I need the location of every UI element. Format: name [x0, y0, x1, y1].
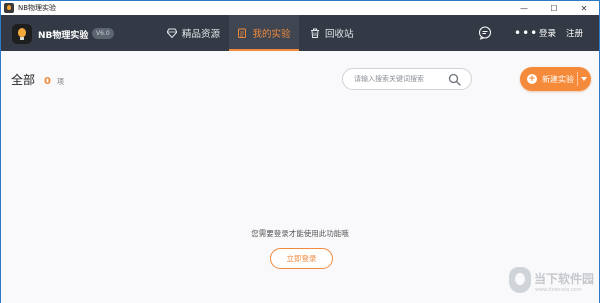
diamond-icon: [167, 28, 177, 38]
logo-icon: [12, 24, 32, 44]
brand-name: NB物理实验: [38, 31, 89, 41]
search-box[interactable]: 请输入搜索关键词搜索: [342, 68, 472, 90]
chat-button[interactable]: [478, 15, 492, 51]
tab-resources-label: 精品资源: [182, 29, 221, 40]
watermark-url: www.downxia.com: [535, 287, 582, 293]
item-count-unit: 项: [56, 78, 64, 86]
tab-my-experiments-label: 我的实验: [252, 29, 291, 40]
version-badge: V6.0: [92, 28, 114, 39]
new-experiment-label: 新建实验: [542, 74, 574, 84]
app-icon: [4, 3, 14, 13]
caret-down-icon[interactable]: [581, 77, 587, 81]
new-experiment-button[interactable]: + 新建实验: [520, 67, 591, 91]
plus-icon: +: [527, 74, 537, 84]
watermark-text: 当下软件园: [534, 272, 595, 286]
trash-icon: [311, 28, 319, 38]
window-title: NB物理实验: [18, 4, 57, 12]
login-now-button[interactable]: 立即登录: [270, 248, 333, 269]
register-link[interactable]: 注册: [566, 15, 583, 51]
search-icon[interactable]: [448, 73, 461, 86]
button-divider: [577, 72, 578, 86]
main-content: 全部 0 项 请输入搜索关键词搜索 + 新建实验 您需要登录才能使用此功能哦 立…: [1, 51, 599, 303]
maximize-button[interactable]: ☐: [539, 1, 569, 15]
app-window: NB物理实验 — ☐ ✕ NB物理实验 V6.0 精品资源 我的实验 回收站 •…: [0, 0, 600, 303]
page-heading: 全部 0 项: [11, 71, 64, 88]
tab-resources[interactable]: 精品资源: [167, 15, 220, 51]
item-count: 0: [44, 76, 51, 87]
login-required-message: 您需要登录才能使用此功能哦: [251, 229, 349, 238]
watermark: 当下软件园 www.downxia.com: [509, 265, 599, 303]
page-title: 全部: [11, 73, 36, 87]
watermark-logo-icon: [509, 267, 531, 293]
chat-bubble-icon: [479, 26, 491, 40]
clipboard-icon: [238, 28, 247, 38]
nav-bar: NB物理实验 V6.0 精品资源 我的实验 回收站 ••• 登录 注册: [1, 15, 599, 51]
close-button[interactable]: ✕: [569, 1, 599, 15]
tab-recycle-bin-label: 回收站: [325, 29, 354, 40]
tab-my-experiments[interactable]: 我的实验: [229, 15, 299, 51]
window-controls: — ☐ ✕: [509, 1, 599, 15]
minimize-button[interactable]: —: [509, 1, 539, 15]
search-input[interactable]: 请输入搜索关键词搜索: [354, 74, 424, 84]
login-link[interactable]: 登录: [539, 15, 556, 51]
title-bar: NB物理实验 — ☐ ✕: [1, 1, 599, 15]
tab-recycle-bin[interactable]: 回收站: [310, 15, 354, 51]
more-menu-button[interactable]: •••: [514, 15, 538, 51]
